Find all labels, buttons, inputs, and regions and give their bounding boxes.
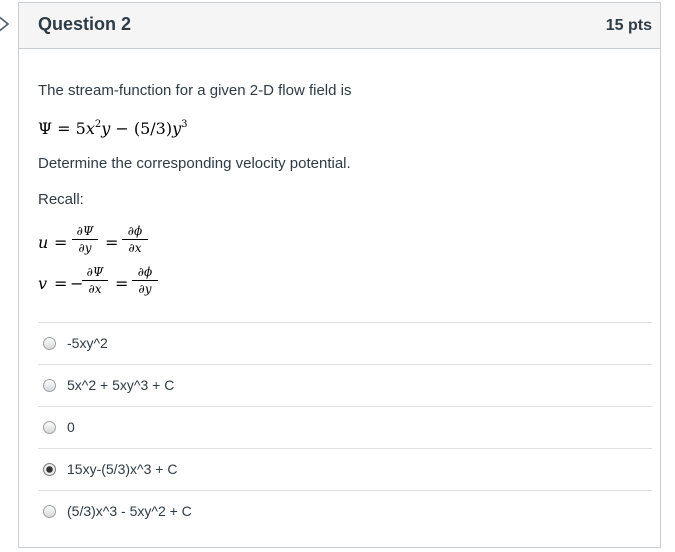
answer-divider bbox=[38, 322, 652, 323]
answer-option[interactable]: -5xy^2 bbox=[43, 333, 643, 357]
answer-divider bbox=[38, 490, 652, 491]
radio-button-selected[interactable] bbox=[43, 463, 56, 476]
question-instruction: Determine the corresponding velocity pot… bbox=[38, 155, 351, 172]
chevron-right-icon[interactable] bbox=[0, 14, 12, 34]
question-card: Question 2 15 pts The stream-function fo… bbox=[18, 2, 661, 548]
question-title: Question 2 bbox=[38, 14, 132, 34]
question-header: Question 2 15 pts bbox=[19, 3, 660, 49]
radio-button[interactable] bbox=[43, 337, 56, 350]
answer-divider bbox=[38, 448, 652, 449]
answer-label: 5x^2 + 5xy^3 + C bbox=[67, 377, 175, 393]
recall-v-equation: v = − ∂Ψ ∂x = ∂ϕ ∂y bbox=[38, 265, 178, 299]
answer-option[interactable]: 0 bbox=[43, 417, 643, 441]
answer-divider bbox=[38, 364, 652, 365]
answer-option[interactable]: 5x^2 + 5xy^3 + C bbox=[43, 375, 643, 399]
radio-button[interactable] bbox=[43, 505, 56, 518]
answer-label: -5xy^2 bbox=[67, 335, 108, 351]
answer-option[interactable]: (5/3)x^3 - 5xy^2 + C bbox=[43, 501, 643, 525]
radio-button[interactable] bbox=[43, 421, 56, 434]
recall-u-equation: u = ∂Ψ ∂y = ∂ϕ ∂x bbox=[38, 224, 178, 258]
stream-function-equation: Ψ = 5x2y − (5/3)y3 bbox=[38, 119, 188, 138]
answer-label: 15xy-(5/3)x^3 + C bbox=[67, 461, 178, 477]
answer-option-selected[interactable]: 15xy-(5/3)x^3 + C bbox=[43, 459, 643, 483]
question-points: 15 pts bbox=[605, 17, 652, 34]
question-prompt: The stream-function for a given 2-D flow… bbox=[38, 82, 352, 99]
answer-label: 0 bbox=[67, 419, 75, 435]
answer-label: (5/3)x^3 - 5xy^2 + C bbox=[67, 503, 192, 519]
answer-divider bbox=[38, 406, 652, 407]
radio-button[interactable] bbox=[43, 379, 56, 392]
recall-label: Recall: bbox=[38, 191, 84, 208]
